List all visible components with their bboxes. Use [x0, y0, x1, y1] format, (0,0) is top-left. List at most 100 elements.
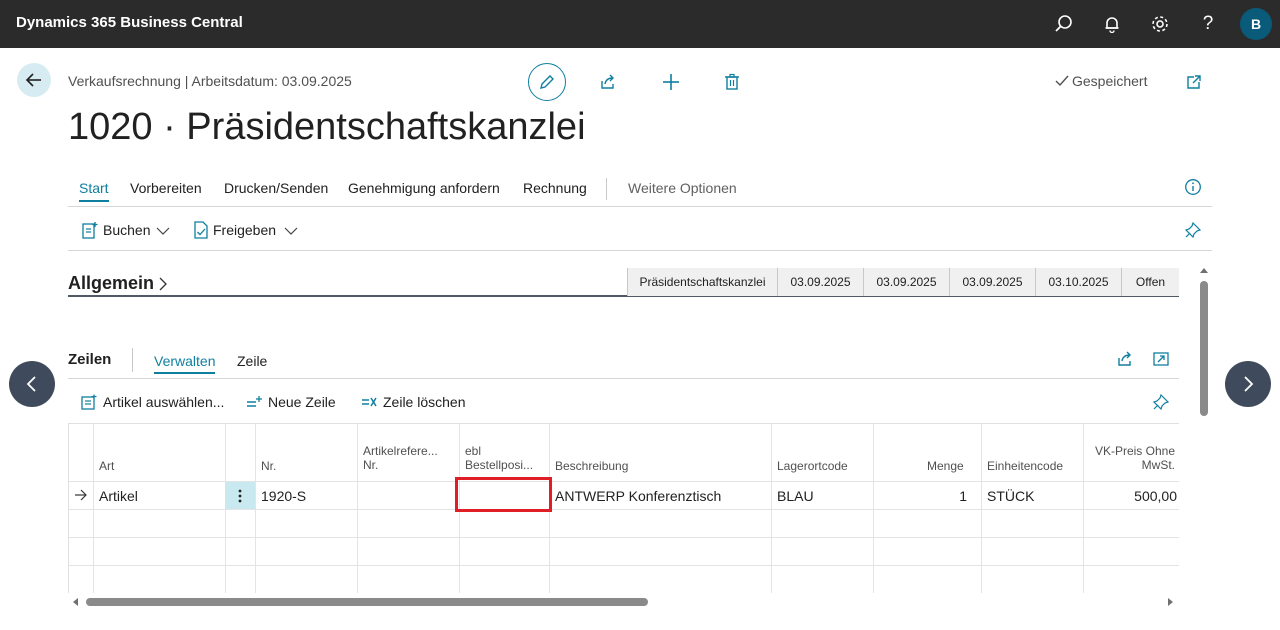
- subtab-zeile[interactable]: Zeile: [237, 353, 267, 369]
- top-bar: Dynamics 365 Business Central ? B: [0, 0, 1280, 48]
- share-icon: [1118, 351, 1131, 366]
- scroll-up-arrow-icon[interactable]: [1198, 266, 1210, 276]
- tab-genehmigung-anfordern[interactable]: Genehmigung anfordern: [348, 180, 500, 196]
- trash-icon: [725, 73, 739, 90]
- avatar[interactable]: B: [1240, 8, 1272, 40]
- column-header-item-reference[interactable]: Artikelrefere... Nr.: [363, 444, 438, 472]
- search-icon[interactable]: [1052, 12, 1076, 36]
- scroll-right-arrow-icon[interactable]: [1166, 597, 1174, 607]
- release-document-icon: [194, 221, 208, 239]
- edit-button[interactable]: [528, 63, 566, 101]
- tab-rechnung[interactable]: Rechnung: [523, 180, 587, 196]
- action-bar: Buchen Freigeben: [68, 207, 1212, 251]
- delete-button[interactable]: [720, 70, 744, 94]
- release-label: Freigeben: [213, 222, 277, 238]
- tab-divider: [606, 178, 607, 200]
- scroll-left-arrow-icon[interactable]: [72, 597, 80, 607]
- post-document-icon: [82, 222, 98, 239]
- fact-status: Offen: [1121, 268, 1179, 296]
- lines-divider-line: [68, 378, 1179, 379]
- pencil-icon: [540, 75, 554, 89]
- new-button[interactable]: [659, 70, 683, 94]
- column-header-line: Nr.: [363, 458, 379, 472]
- release-button[interactable]: Freigeben: [194, 221, 276, 239]
- cell-art[interactable]: Artikel: [99, 488, 138, 504]
- cell-description[interactable]: ANTWERP Konferenztisch: [555, 488, 721, 504]
- next-record-button[interactable]: [1225, 361, 1271, 407]
- column-header-unit-price[interactable]: VK-Preis Ohne MwSt.: [1089, 444, 1175, 472]
- help-icon[interactable]: ?: [1196, 12, 1220, 36]
- cell-unit-code[interactable]: STÜCK: [987, 488, 1034, 504]
- column-header-nr[interactable]: Nr.: [261, 459, 276, 473]
- current-row-arrow-icon: [75, 489, 87, 501]
- row-actions-button[interactable]: [225, 482, 255, 509]
- gear-icon[interactable]: [1148, 12, 1172, 36]
- general-facts: Präsidentschaftskanzlei 03.09.2025 03.09…: [627, 268, 1179, 296]
- info-icon[interactable]: [1184, 178, 1202, 196]
- saved-label: Gespeichert: [1072, 73, 1148, 89]
- arrow-left-icon: [25, 73, 41, 87]
- tab-start[interactable]: Start: [79, 180, 109, 202]
- column-header-quantity[interactable]: Menge: [927, 459, 964, 473]
- tab-drucken-senden[interactable]: Drucken/Senden: [224, 180, 328, 196]
- open-new-window-button[interactable]: [1182, 70, 1206, 94]
- lines-title: Zeilen: [68, 351, 112, 368]
- lines-expand-button[interactable]: [1149, 347, 1173, 371]
- tab-weitere-optionen[interactable]: Weitere Optionen: [628, 180, 737, 196]
- column-header-location-code[interactable]: Lagerortcode: [777, 459, 848, 473]
- share-button[interactable]: [596, 70, 620, 94]
- column-header-line: Bestellposi...: [465, 458, 534, 472]
- column-header-art[interactable]: Art: [99, 459, 114, 473]
- back-button[interactable]: [17, 63, 51, 97]
- chevron-right-icon: [159, 277, 167, 290]
- column-header-description[interactable]: Beschreibung: [555, 459, 628, 473]
- cell-quantity[interactable]: 1: [881, 488, 967, 504]
- release-dropdown-chevron-icon[interactable]: [284, 223, 298, 239]
- post-dropdown-chevron-icon[interactable]: [156, 223, 170, 239]
- previous-record-button[interactable]: [9, 361, 55, 407]
- general-title[interactable]: Allgemein: [68, 273, 168, 294]
- app-title[interactable]: Dynamics 365 Business Central: [16, 14, 243, 31]
- general-section-header[interactable]: Allgemein Präsidentschaftskanzlei 03.09.…: [68, 268, 1179, 297]
- column-header-line: VK-Preis Ohne: [1094, 444, 1175, 458]
- grid-line: [69, 509, 1179, 510]
- share-icon: [601, 74, 614, 89]
- column-header-line: MwSt.: [1141, 458, 1175, 472]
- pin-icon[interactable]: [1184, 221, 1202, 242]
- select-items-button[interactable]: Artikel auswählen...: [81, 394, 224, 410]
- bell-icon[interactable]: [1100, 12, 1124, 36]
- tab-vorbereiten[interactable]: Vorbereiten: [130, 180, 202, 196]
- delete-line-icon: [362, 397, 377, 407]
- new-line-icon: [247, 396, 262, 407]
- select-items-label: Artikel auswählen...: [103, 394, 225, 410]
- fact-date: 03.09.2025: [777, 268, 863, 296]
- fact-date: 03.09.2025: [863, 268, 949, 296]
- general-title-label: Allgemein: [68, 273, 155, 293]
- page-title: 1020 · Präsidentschaftskanzlei: [68, 106, 586, 148]
- post-button[interactable]: Buchen: [82, 221, 150, 239]
- fact-due-date: 03.10.2025: [1035, 268, 1121, 296]
- action-tabs: Start Vorbereiten Drucken/Senden Genehmi…: [68, 178, 1212, 207]
- column-header-unit-code[interactable]: Einheitencode: [987, 459, 1063, 473]
- column-header-ebl-order-line[interactable]: ebl Bestellposi...: [465, 444, 533, 472]
- chevron-right-icon: [1244, 376, 1254, 392]
- horizontal-scrollbar-thumb[interactable]: [86, 598, 648, 606]
- cell-nr[interactable]: 1920-S: [261, 488, 306, 504]
- cell-unit-price[interactable]: 500,00: [1089, 488, 1177, 504]
- post-label: Buchen: [103, 222, 151, 238]
- new-line-button[interactable]: Neue Zeile: [246, 394, 336, 410]
- delete-line-button[interactable]: Zeile löschen: [361, 394, 466, 410]
- lines-pin-icon[interactable]: [1152, 393, 1170, 414]
- lines-share-button[interactable]: [1113, 347, 1137, 371]
- highlighted-cell-marker: [455, 477, 552, 512]
- new-line-label: Neue Zeile: [268, 394, 336, 410]
- fact-customer: Präsidentschaftskanzlei: [627, 268, 777, 296]
- checkmark-icon: [1055, 75, 1069, 87]
- cell-location-code[interactable]: BLAU: [777, 488, 814, 504]
- open-new-window-icon: [1187, 75, 1201, 89]
- grid-line: [69, 537, 1179, 538]
- grid-line: [69, 565, 1179, 566]
- subtab-verwalten[interactable]: Verwalten: [154, 353, 216, 374]
- saved-status: Gespeichert: [1055, 73, 1147, 89]
- vertical-scrollbar-thumb[interactable]: [1200, 281, 1208, 416]
